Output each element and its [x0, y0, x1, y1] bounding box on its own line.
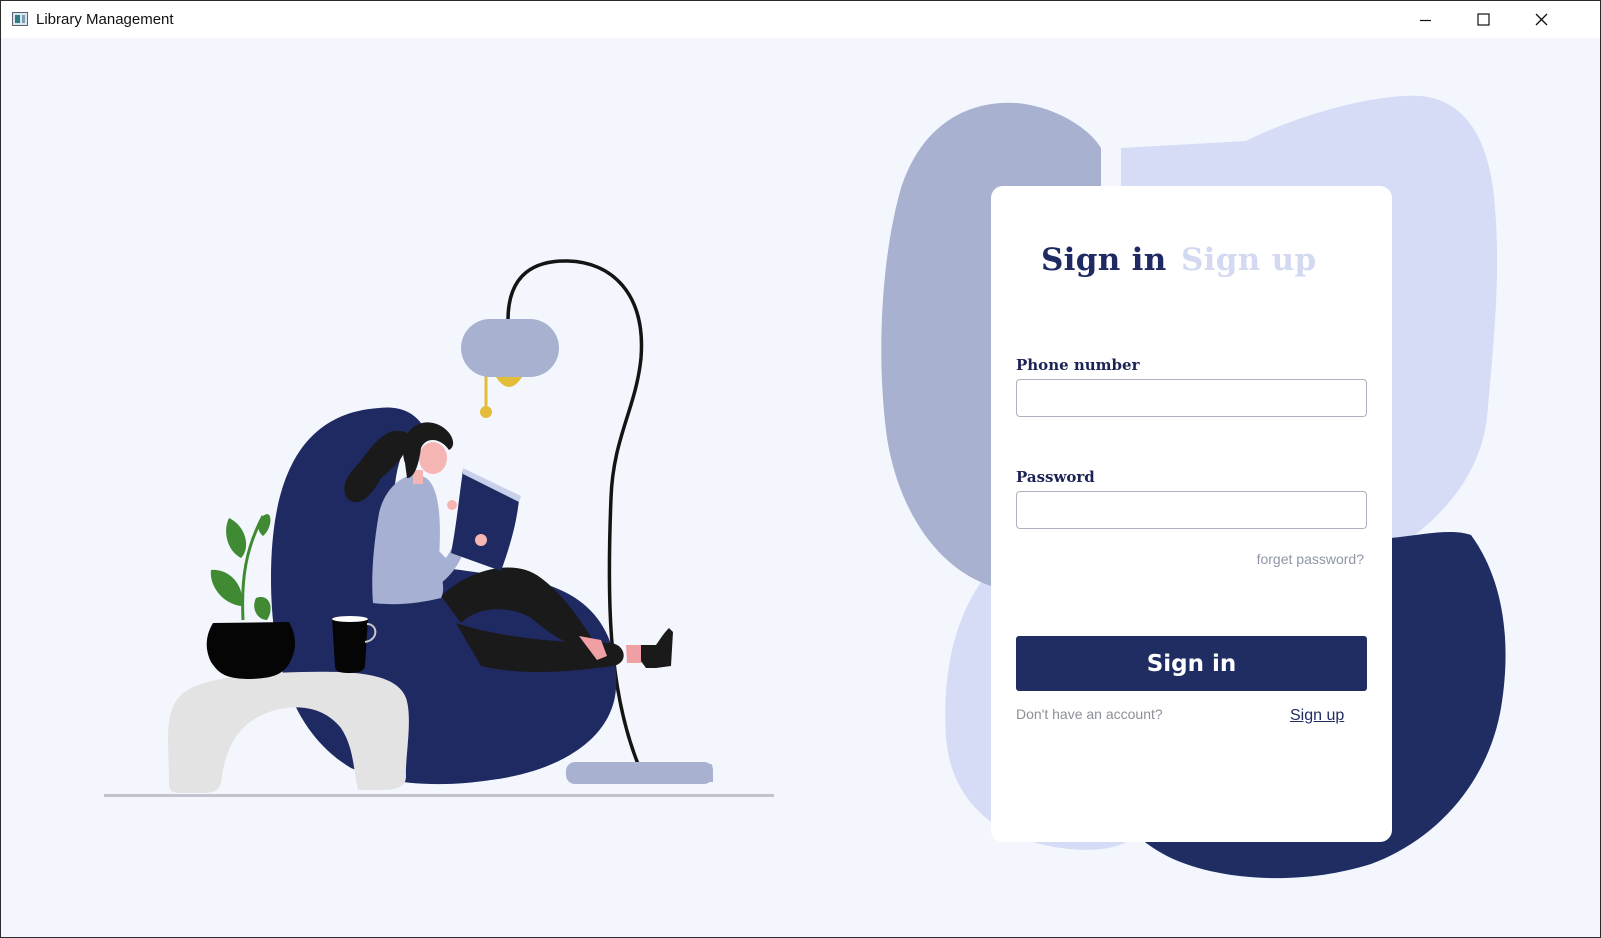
app-content: Sign in Sign up Phone number Password fo… — [1, 38, 1600, 937]
login-card: Sign in Sign up Phone number Password fo… — [991, 186, 1392, 842]
tab-sign-up[interactable]: Sign up — [1181, 242, 1317, 278]
sign-in-button[interactable]: Sign in — [1016, 636, 1367, 691]
maximize-button[interactable] — [1454, 1, 1512, 38]
sign-up-link[interactable]: Sign up — [1290, 707, 1344, 725]
close-button[interactable] — [1512, 1, 1570, 38]
app-icon — [12, 12, 28, 26]
window-title: Library Management — [36, 11, 174, 28]
title-bar[interactable]: Library Management — [1, 1, 1600, 38]
no-account-text: Don't have an account? — [1016, 706, 1163, 722]
maximize-icon — [1476, 13, 1490, 26]
password-input[interactable] — [1016, 491, 1367, 529]
phone-input[interactable] — [1016, 379, 1367, 417]
tab-sign-in[interactable]: Sign in — [1041, 242, 1167, 278]
phone-label: Phone number — [1016, 356, 1140, 374]
minimize-icon — [1420, 19, 1431, 21]
minimize-button[interactable] — [1397, 1, 1455, 38]
password-label: Password — [1016, 468, 1095, 486]
close-icon — [1535, 13, 1547, 26]
forget-password-link[interactable]: forget password? — [1257, 551, 1364, 567]
app-window: Library Management Sign in Sign up Phone… — [0, 0, 1601, 938]
